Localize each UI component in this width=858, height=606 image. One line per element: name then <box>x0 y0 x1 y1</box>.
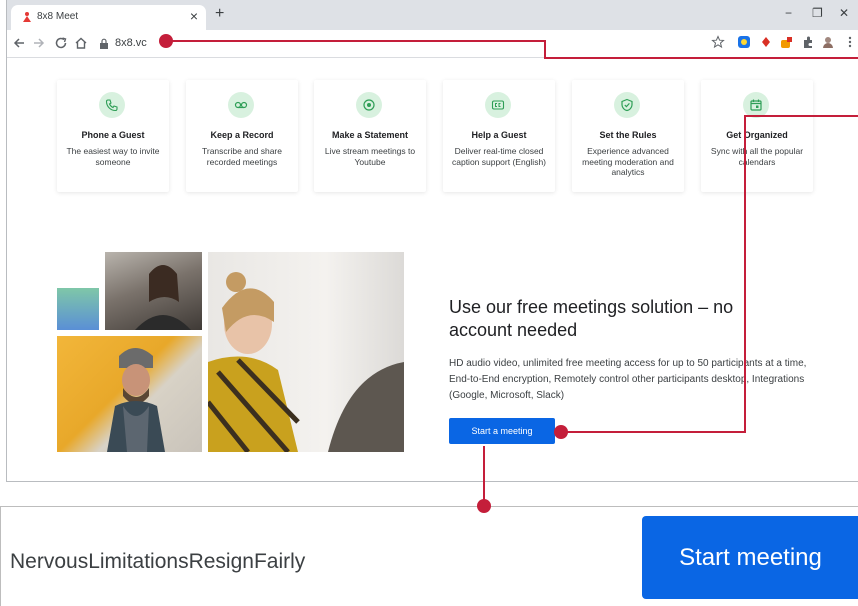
callout-url <box>159 34 858 59</box>
callout-zoom-link <box>477 446 491 513</box>
callout-start-button <box>554 115 858 439</box>
callout-annotations <box>159 34 858 513</box>
